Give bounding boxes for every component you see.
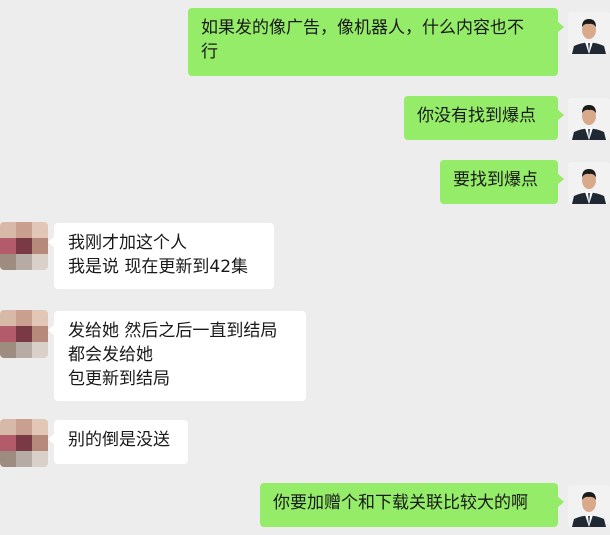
message-bubble-outgoing[interactable]: 你没有找到爆点 [404,96,564,140]
user-avatar-icon[interactable] [568,12,610,54]
message-bubble-outgoing[interactable]: 你要加赠个和下载关联比较大的啊 [260,483,564,527]
user-avatar-icon[interactable] [568,485,610,527]
user-avatar-icon[interactable] [568,162,610,204]
message-bubble-outgoing[interactable]: 要找到爆点 [440,160,564,204]
message-bubble-incoming[interactable]: 我刚才加这个人 我是说 现在更新到42集 [48,223,274,289]
message-bubble-incoming[interactable]: 别的倒是没送 [48,420,188,464]
user-avatar-icon[interactable] [568,98,610,140]
contact-avatar-icon[interactable] [0,310,48,358]
message-bubble-outgoing[interactable]: 如果发的像广告，像机器人，什么内容也不 行 [188,8,564,76]
message-bubble-incoming[interactable]: 发给她 然后之后一直到结局 都会发给她 包更新到结局 [48,311,306,401]
contact-avatar-icon[interactable] [0,222,48,270]
contact-avatar-icon[interactable] [0,419,48,467]
